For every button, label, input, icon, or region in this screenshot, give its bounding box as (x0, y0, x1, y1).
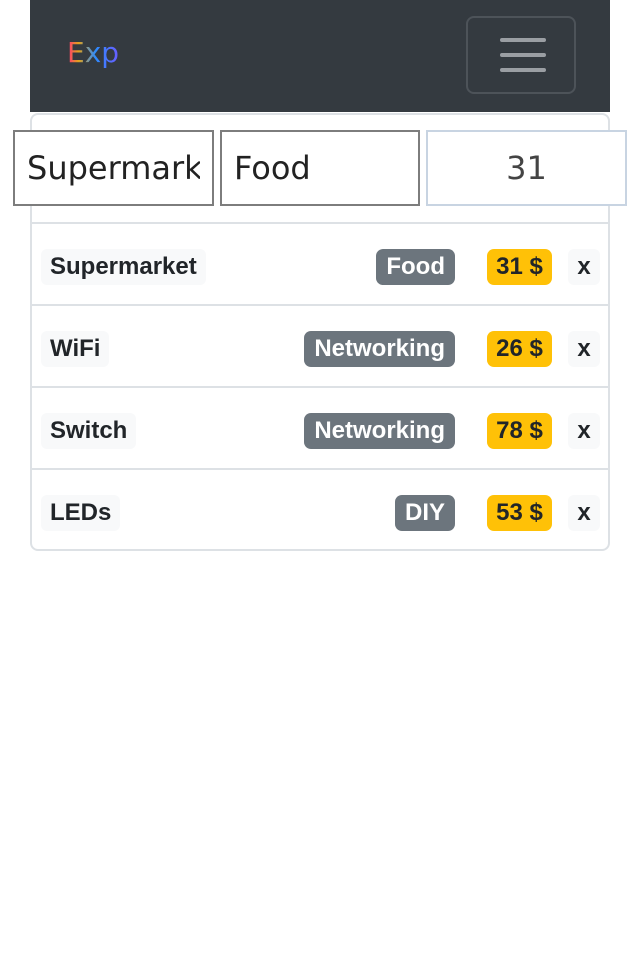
expense-name: Supermarket (41, 249, 206, 285)
expense-category-input[interactable] (220, 130, 420, 206)
expense-item-2: WiFi Networking 26 $ x (32, 306, 608, 386)
navbar: Exp (30, 0, 610, 112)
price-badge: 53 $ (487, 495, 552, 531)
category-badge: Networking (304, 413, 455, 449)
delete-expense-button[interactable]: x (568, 413, 600, 449)
price-badge: 26 $ (487, 331, 552, 367)
expense-name-input[interactable] (13, 130, 214, 206)
delete-expense-button[interactable]: x (568, 249, 600, 285)
delete-expense-button[interactable]: x (568, 495, 600, 531)
price-badge: 78 $ (487, 413, 552, 449)
price-badge: 31 $ (487, 249, 552, 285)
expense-item-1: Supermarket Food 31 $ x (32, 224, 608, 304)
expense-amount-input[interactable] (426, 130, 627, 206)
expense-item-3: Switch Networking 78 $ x (32, 388, 608, 468)
expense-name: LEDs (41, 495, 121, 531)
hamburger-menu-button[interactable] (466, 16, 576, 94)
category-badge: Networking (304, 331, 455, 367)
expense-name: Switch (41, 413, 137, 449)
brand-logo[interactable]: Exp (67, 34, 119, 72)
expense-name: WiFi (41, 331, 110, 367)
delete-expense-button[interactable]: x (568, 331, 600, 367)
category-badge: DIY (394, 495, 455, 531)
expense-item-4: LEDs DIY 53 $ x (32, 470, 608, 550)
add-expense-form (0, 130, 640, 206)
category-badge: Food (376, 249, 455, 285)
